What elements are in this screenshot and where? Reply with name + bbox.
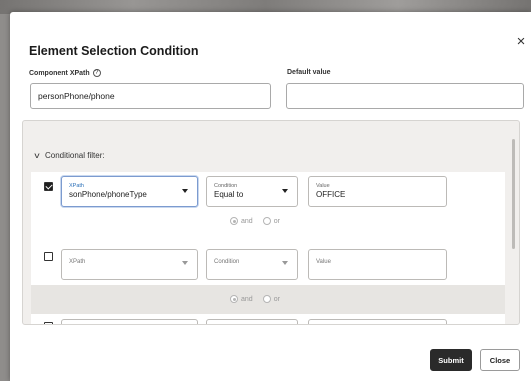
xpath-value: sonPhone/phoneType (69, 190, 147, 199)
help-icon[interactable]: ? (92, 69, 101, 77)
value-field[interactable] (308, 319, 447, 324)
chevron-down-icon (282, 189, 288, 193)
or-label: or (273, 295, 280, 303)
dialog-title: Element Selection Condition (29, 44, 199, 58)
filter-row (31, 314, 505, 324)
xpath-placeholder: XPath (69, 259, 86, 265)
conditional-filter-header[interactable]: v Conditional filter: (34, 151, 105, 160)
join-strip: and or (31, 285, 505, 314)
condition-placeholder: Condition (214, 259, 240, 265)
xpath-label: XPath (69, 183, 84, 189)
chevron-down-icon (182, 189, 188, 193)
chevron-down-icon (282, 261, 288, 265)
xpath-select[interactable]: XPath sonPhone/phoneType (61, 176, 198, 207)
or-radio[interactable] (262, 295, 271, 303)
join-radio-group: and or (230, 295, 280, 303)
submit-button[interactable]: Submit (430, 349, 472, 371)
or-radio-option[interactable]: or (262, 295, 280, 303)
or-radio-option[interactable]: or (262, 217, 280, 225)
component-xpath-label-wrap: Component XPath ? (29, 69, 101, 77)
xpath-select[interactable]: XPath (61, 249, 198, 280)
element-selection-dialog: × Element Selection Condition Component … (10, 12, 531, 381)
and-label: and (241, 295, 253, 303)
and-radio-option[interactable]: and (230, 295, 253, 303)
filter-row: XPath sonPhone/phoneType Condition Equal… (31, 172, 505, 248)
chevron-down-icon[interactable]: v (34, 151, 39, 160)
condition-select[interactable]: Condition (206, 249, 298, 280)
default-value-label-wrap: Default value (287, 69, 331, 76)
value-field[interactable]: Value (308, 249, 447, 280)
component-xpath-input[interactable] (30, 83, 271, 109)
component-xpath-label: Component XPath (29, 69, 90, 77)
close-button[interactable]: Close (480, 349, 520, 371)
default-value-input[interactable] (286, 83, 524, 109)
condition-value: Equal to (214, 190, 244, 199)
condition-select[interactable] (206, 319, 298, 324)
conditional-filter-label: Conditional filter: (45, 151, 105, 160)
conditional-filter-panel: v Conditional filter: XPath sonPhone/pho… (22, 120, 520, 325)
row-checkbox[interactable] (44, 252, 53, 261)
join-radio-group: and or (230, 217, 280, 225)
filter-scrollbar[interactable] (512, 139, 515, 249)
value-label: Value (316, 183, 330, 189)
or-label: or (273, 217, 280, 225)
or-radio[interactable] (262, 217, 271, 225)
filter-row: XPath Condition Value (31, 248, 505, 285)
value-field[interactable]: Value OFFICE (308, 176, 447, 207)
close-icon[interactable]: × (515, 34, 527, 49)
and-radio[interactable] (230, 295, 238, 303)
and-radio-option[interactable]: and (230, 217, 253, 225)
filter-rows: XPath sonPhone/phoneType Condition Equal… (31, 172, 505, 324)
condition-label: Condition (214, 183, 238, 189)
and-label: and (241, 217, 253, 225)
condition-select[interactable]: Condition Equal to (206, 176, 298, 207)
xpath-select[interactable] (61, 319, 198, 324)
value-placeholder: Value (316, 259, 331, 265)
value-value: OFFICE (316, 190, 346, 199)
row-checkbox[interactable] (44, 322, 53, 324)
row-checkbox[interactable] (44, 182, 53, 191)
and-radio[interactable] (230, 217, 238, 225)
default-value-label: Default value (287, 69, 331, 76)
chevron-down-icon (182, 261, 188, 265)
